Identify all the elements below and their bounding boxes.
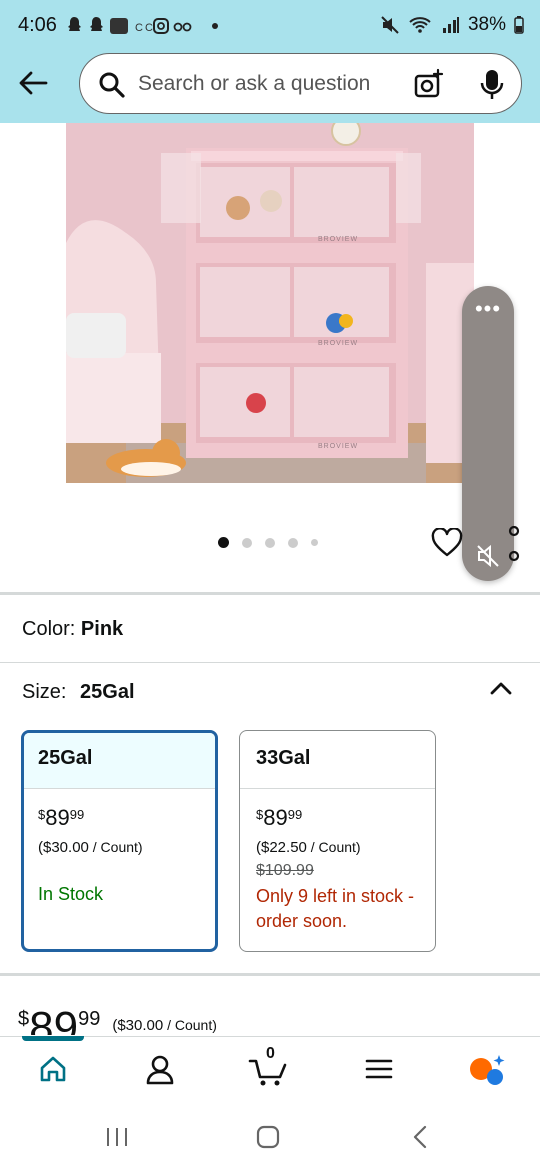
price-whole: 89: [45, 805, 70, 830]
notification-icons-graphic: CC: [68, 17, 192, 34]
status-right: 38%: [380, 14, 524, 36]
size-label: Size:: [22, 681, 67, 703]
home-button-icon[interactable]: [256, 1125, 280, 1149]
cart-count: 0: [266, 1045, 275, 1062]
option-price: $ 89 99: [38, 805, 215, 831]
image-carousel-dots[interactable]: [218, 537, 318, 548]
price-fraction: 99: [69, 807, 85, 822]
home-icon[interactable]: [38, 1054, 68, 1084]
menu-icon[interactable]: [364, 1054, 394, 1084]
search-header: [0, 52, 540, 123]
size-option-25gal[interactable]: 25Gal $ 89 99 ($30.00 / Count) In Stock: [21, 730, 218, 952]
microphone-icon[interactable]: [478, 68, 506, 102]
more-notifications-dot: [212, 23, 218, 29]
unit-price: ($30.00 / Count): [38, 839, 215, 856]
price-symbol: $: [18, 1008, 30, 1030]
account-icon[interactable]: [145, 1054, 175, 1086]
more-options-icon[interactable]: •••: [462, 296, 514, 322]
system-back-icon[interactable]: [410, 1125, 430, 1149]
price-symbol: $: [256, 807, 264, 822]
section-divider: [0, 973, 540, 976]
search-input[interactable]: [138, 68, 388, 100]
status-time: 4:06: [18, 14, 57, 36]
unit-price-value: ($30.00: [112, 1017, 164, 1034]
mute-icon[interactable]: [475, 543, 501, 569]
product-image[interactable]: BROVIEW BROVIEW BROVIEW: [66, 123, 474, 483]
unit-price: ($30.00 / Count): [112, 1017, 217, 1034]
search-bar[interactable]: [79, 53, 522, 114]
brand-label-middle: BROVIEW: [318, 340, 359, 347]
chevron-up-icon[interactable]: [488, 678, 514, 698]
rufus-assistant-icon[interactable]: [469, 1053, 507, 1087]
color-selector: Color: Pink: [22, 618, 123, 641]
unit-price-unit: / Count): [163, 1017, 217, 1033]
share-icon[interactable]: [506, 526, 526, 562]
signal-icon: [442, 17, 459, 33]
recent-apps-icon[interactable]: [105, 1126, 129, 1148]
notification-icons: CC: [66, 15, 196, 42]
price-whole: 89: [29, 1005, 79, 1035]
option-price: $ 89 99: [256, 805, 435, 831]
price-fraction: 99: [287, 807, 303, 822]
carousel-dot[interactable]: [288, 537, 298, 548]
size-selector[interactable]: Size: 25Gal: [22, 681, 135, 704]
mute-status-icon: [381, 16, 399, 34]
brand-label-bottom: BROVIEW: [318, 443, 359, 450]
unit-price-unit: / Count): [306, 839, 361, 855]
battery-icon: [514, 16, 524, 34]
unit-price-value: ($22.50: [256, 839, 307, 856]
svg-text:CC: CC: [135, 22, 155, 34]
carousel-dot[interactable]: [311, 539, 318, 546]
bottom-navigation: 0: [0, 1036, 540, 1104]
section-divider: [0, 592, 540, 595]
size-option-33gal[interactable]: 33Gal $ 89 99 ($22.50 / Count) $109.99 O…: [239, 730, 436, 952]
size-value: 25Gal: [80, 681, 135, 703]
wifi-icon: [409, 17, 431, 33]
brand-label-top: BROVIEW: [318, 236, 359, 243]
unit-price: ($22.50 / Count): [256, 839, 435, 856]
system-navigation-bar: [0, 1104, 540, 1170]
active-tab-indicator: [22, 1036, 84, 1041]
price-fraction: 99: [78, 1008, 101, 1030]
option-name: 25Gal: [24, 733, 215, 789]
carousel-dot[interactable]: [265, 537, 275, 548]
product-photo-illustration: [66, 123, 474, 483]
unit-price-value: ($30.00: [38, 839, 89, 856]
main-price: $ 89 99 ($30.00 / Count): [18, 1005, 217, 1035]
unit-price-unit: / Count): [88, 839, 143, 855]
battery-percent: 38%: [467, 14, 506, 35]
color-label: Color:: [22, 618, 76, 640]
carousel-dot[interactable]: [242, 537, 252, 548]
list-price: $109.99: [256, 862, 314, 879]
option-name: 33Gal: [240, 731, 435, 789]
stock-status: In Stock: [38, 884, 104, 904]
back-arrow-icon[interactable]: [16, 66, 50, 100]
stock-status: Only 9 left in stock - order soon.: [256, 886, 415, 931]
price-symbol: $: [38, 807, 46, 822]
price-whole: 89: [263, 805, 288, 830]
color-value: Pink: [80, 618, 124, 640]
camera-search-icon[interactable]: [413, 68, 445, 100]
section-divider: [0, 662, 540, 663]
carousel-dot[interactable]: [218, 537, 229, 548]
search-icon: [99, 72, 125, 98]
heart-icon[interactable]: [431, 528, 463, 558]
status-bar: 4:06 CC 38%: [0, 0, 540, 52]
